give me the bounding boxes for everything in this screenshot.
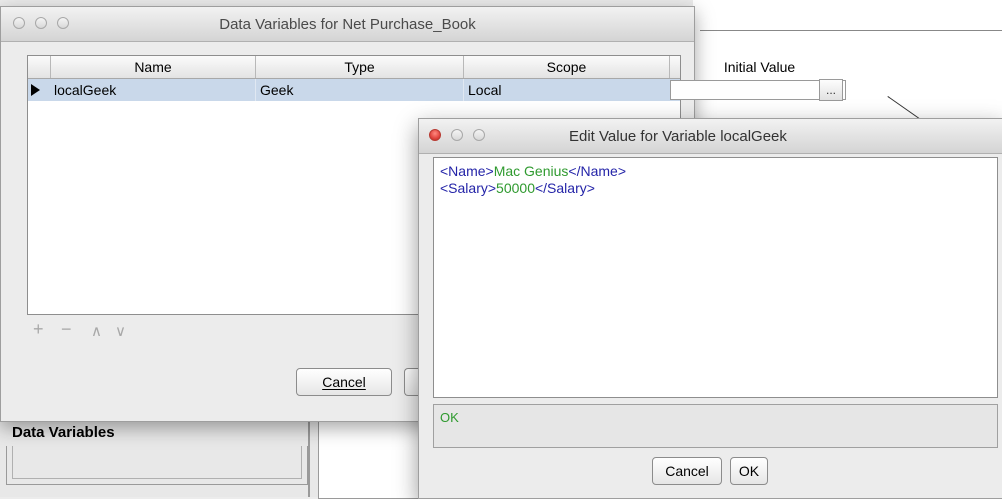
value-editor[interactable]: <Name>Mac Genius</Name> <Salary>50000</S… bbox=[433, 157, 998, 398]
move-up-button[interactable]: ∧ bbox=[91, 322, 102, 340]
editor-line: <Name>Mac Genius</Name> bbox=[440, 163, 991, 180]
edit-ok-button[interactable]: OK bbox=[730, 457, 768, 485]
edit-cancel-button[interactable]: Cancel bbox=[652, 457, 722, 485]
data-variables-label: Data Variables bbox=[12, 424, 115, 441]
column-header-scope[interactable]: Scope bbox=[463, 56, 669, 78]
zoom-window-button[interactable] bbox=[473, 129, 485, 141]
remove-variable-button[interactable]: − bbox=[61, 319, 72, 340]
cell-name[interactable]: localGeek bbox=[50, 79, 255, 101]
xml-value: 50000 bbox=[496, 180, 535, 196]
xml-open-tag: <Salary> bbox=[440, 180, 497, 196]
xml-open-tag: <Name> bbox=[440, 163, 494, 179]
edit-value-ellipsis-button[interactable]: ... bbox=[819, 79, 843, 101]
row-indicator-icon bbox=[31, 84, 40, 96]
edit-dialog-title: Edit Value for Variable localGeek bbox=[569, 128, 787, 145]
splitter[interactable] bbox=[308, 412, 310, 497]
dialog-titlebar[interactable]: Data Variables for Net Purchase_Book bbox=[1, 7, 694, 42]
add-variable-button[interactable]: + bbox=[33, 319, 44, 340]
edit-dialog-titlebar[interactable]: Edit Value for Variable localGeek bbox=[419, 119, 1002, 154]
column-header-type[interactable]: Type bbox=[255, 56, 463, 78]
edit-value-dialog: Edit Value for Variable localGeek <Name>… bbox=[418, 118, 1002, 499]
cell-scope[interactable]: Local bbox=[463, 79, 669, 101]
xml-value: Mac Genius bbox=[493, 163, 569, 179]
cancel-button[interactable]: Cancel bbox=[296, 368, 392, 396]
editor-line: <Salary>50000</Salary> bbox=[440, 180, 991, 197]
background-divider bbox=[700, 30, 1002, 31]
dialog-title: Data Variables for Net Purchase_Book bbox=[219, 16, 476, 33]
table-row[interactable]: localGeek Geek Local bbox=[28, 79, 846, 101]
column-header-name[interactable]: Name bbox=[50, 56, 255, 78]
row-header-corner bbox=[28, 56, 50, 78]
move-down-button[interactable]: ∨ bbox=[115, 322, 126, 340]
table-header: Name Type Scope Initial Value bbox=[28, 56, 795, 79]
cell-type[interactable]: Geek bbox=[255, 79, 463, 101]
xml-close-tag: </Name> bbox=[568, 163, 626, 179]
diagram-canvas bbox=[318, 410, 420, 499]
column-header-initial-value[interactable]: Initial Value bbox=[669, 56, 849, 78]
panel-frame-inner bbox=[12, 446, 302, 479]
cancel-button-label: Cancel bbox=[322, 374, 366, 390]
xml-close-tag: </Salary> bbox=[534, 180, 595, 196]
minimize-window-button[interactable] bbox=[451, 129, 463, 141]
close-window-button[interactable] bbox=[429, 129, 441, 141]
validation-status: OK bbox=[433, 404, 998, 448]
